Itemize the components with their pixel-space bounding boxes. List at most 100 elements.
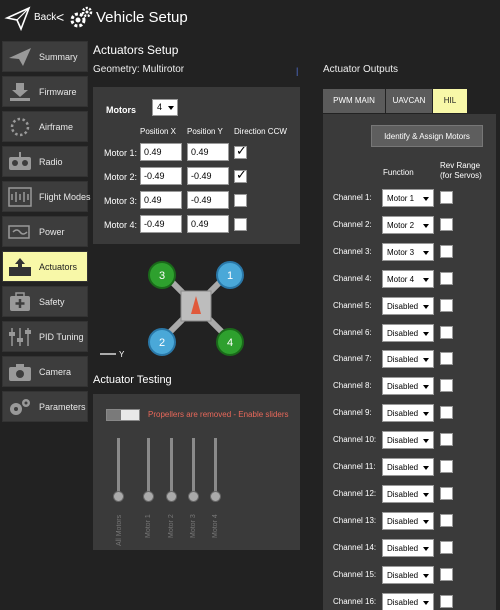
channel-function-select[interactable]: Disabled [382, 512, 434, 530]
top-bar: Back < Vehicle Setup [0, 0, 500, 36]
rev-range-checkbox[interactable] [440, 299, 453, 312]
channel-label: Channel 10: [333, 435, 377, 444]
rev-range-checkbox[interactable] [440, 406, 453, 419]
channel-function-select[interactable]: Disabled [382, 593, 434, 610]
back-chevron[interactable]: < [56, 9, 64, 25]
slider-track-all-motors[interactable] [117, 438, 120, 498]
channel-label: Channel 7: [333, 354, 372, 363]
rev-range-checkbox[interactable] [440, 379, 453, 392]
motor-1-icon: 1 [216, 261, 244, 289]
back-button[interactable]: Back [34, 12, 56, 23]
enable-sliders-toggle[interactable] [106, 409, 140, 421]
col-position-x: Position X [140, 127, 177, 136]
sidebar-item-parameters[interactable]: Parameters [2, 391, 88, 422]
motor-2-x-input[interactable]: -0.49 [140, 167, 182, 185]
col-direction-ccw: Direction CCW [234, 127, 287, 136]
slider-track-motor-2[interactable] [170, 438, 173, 498]
chevron-down-icon [423, 278, 429, 282]
slider-track-motor-1[interactable] [147, 438, 150, 498]
sidebar-item-label: Radio [39, 157, 63, 167]
rev-range-checkbox[interactable] [440, 433, 453, 446]
col-rev-range-sub: (for Servos) [440, 171, 482, 180]
tab-hil[interactable]: HIL [433, 89, 467, 113]
channel-label: Channel 12: [333, 489, 377, 498]
rev-range-checkbox[interactable] [440, 272, 453, 285]
channel-label: Channel 9: [333, 408, 372, 417]
sidebar-item-actuators[interactable]: Actuators [2, 251, 88, 282]
slider-knob-all-motors[interactable] [113, 491, 124, 502]
motor-4-y-input[interactable]: 0.49 [187, 215, 229, 233]
rev-range-checkbox[interactable] [440, 460, 453, 473]
slider-label: Motor 2 [168, 514, 175, 538]
tab-uavcan[interactable]: UAVCAN [386, 89, 432, 113]
sidebar-item-power[interactable]: Power [2, 216, 88, 247]
rev-range-checkbox[interactable] [440, 218, 453, 231]
svg-text:3: 3 [159, 270, 165, 282]
channel-function-select[interactable]: Motor 4 [382, 270, 434, 288]
channel-function-select[interactable]: Motor 2 [382, 216, 434, 234]
chevron-down-icon [423, 251, 429, 255]
channel-function-select[interactable]: Disabled [382, 566, 434, 584]
waveform-icon [8, 187, 32, 207]
motor-3-y-input[interactable]: -0.49 [187, 191, 229, 209]
channel-function-select[interactable]: Disabled [382, 404, 434, 422]
rev-range-checkbox[interactable] [440, 245, 453, 258]
tab-pwm-main[interactable]: PWM MAIN [323, 89, 385, 113]
motor-4-ccw-checkbox[interactable] [234, 218, 247, 231]
identify-assign-motors-button[interactable]: Identify & Assign Motors [371, 125, 483, 147]
sidebar-item-summary[interactable]: Summary [2, 41, 88, 72]
channel-label: Channel 16: [333, 597, 377, 606]
col-rev-range: Rev Range [440, 161, 481, 170]
svg-text:2: 2 [159, 337, 165, 349]
motor-1-y-input[interactable]: 0.49 [187, 143, 229, 161]
motor-4-x-input[interactable]: -0.49 [140, 215, 182, 233]
sidebar-item-pid-tuning[interactable]: PID Tuning [2, 321, 88, 352]
check-icon: ✓ [236, 167, 247, 182]
motor-2-y-input[interactable]: -0.49 [187, 167, 229, 185]
rev-range-checkbox[interactable] [440, 514, 453, 527]
slider-track-motor-3[interactable] [192, 438, 195, 498]
sidebar-item-camera[interactable]: Camera [2, 356, 88, 387]
channel-label: Channel 1: [333, 193, 372, 202]
rev-range-checkbox[interactable] [440, 352, 453, 365]
motors-count-select[interactable]: 4 [152, 99, 178, 116]
rev-range-checkbox[interactable] [440, 595, 453, 608]
sidebar-item-flight-modes[interactable]: Flight Modes [2, 181, 91, 212]
channel-function-select[interactable]: Disabled [382, 431, 434, 449]
sidebar-item-firmware[interactable]: Firmware [2, 76, 88, 107]
channel-function-select[interactable]: Disabled [382, 324, 434, 342]
rev-range-checkbox[interactable] [440, 326, 453, 339]
slider-knob-motor-3[interactable] [188, 491, 199, 502]
sidebar-item-radio[interactable]: Radio [2, 146, 88, 177]
channel-function-select[interactable]: Disabled [382, 350, 434, 368]
rev-range-checkbox[interactable] [440, 541, 453, 554]
channel-function-select[interactable]: Disabled [382, 539, 434, 557]
motor-1-x-input[interactable]: 0.49 [140, 143, 182, 161]
rev-range-checkbox[interactable] [440, 487, 453, 500]
motor-1-ccw-checkbox[interactable]: ✓ [234, 144, 247, 159]
slider-knob-motor-1[interactable] [143, 491, 154, 502]
svg-text:Y: Y [119, 350, 125, 359]
motor-3-ccw-checkbox[interactable] [234, 194, 247, 207]
channel-function-select[interactable]: Motor 1 [382, 189, 434, 207]
motor-3-x-input[interactable]: 0.49 [140, 191, 182, 209]
slider-track-motor-4[interactable] [214, 438, 217, 498]
channel-function-select[interactable]: Disabled [382, 377, 434, 395]
motor-2-icon: 2 [148, 328, 176, 356]
sidebar-item-airframe[interactable]: Airframe [2, 111, 88, 142]
slider-knob-motor-2[interactable] [166, 491, 177, 502]
paper-plane-icon [9, 48, 31, 66]
rev-range-checkbox[interactable] [440, 191, 453, 204]
channel-function-select[interactable]: Disabled [382, 458, 434, 476]
slider-knob-motor-4[interactable] [210, 491, 221, 502]
sidebar-item-safety[interactable]: Safety [2, 286, 88, 317]
channel-function-select[interactable]: Disabled [382, 485, 434, 503]
channel-label: Channel 11: [333, 462, 376, 471]
channel-function-select[interactable]: Motor 3 [382, 243, 434, 261]
paper-plane-back-icon[interactable] [4, 4, 32, 32]
rev-range-checkbox[interactable] [440, 568, 453, 581]
motor-2-ccw-checkbox[interactable]: ✓ [234, 167, 247, 183]
channel-function-select[interactable]: Disabled [382, 297, 434, 315]
airframe-icon [10, 117, 30, 137]
svg-text:1: 1 [227, 270, 233, 282]
